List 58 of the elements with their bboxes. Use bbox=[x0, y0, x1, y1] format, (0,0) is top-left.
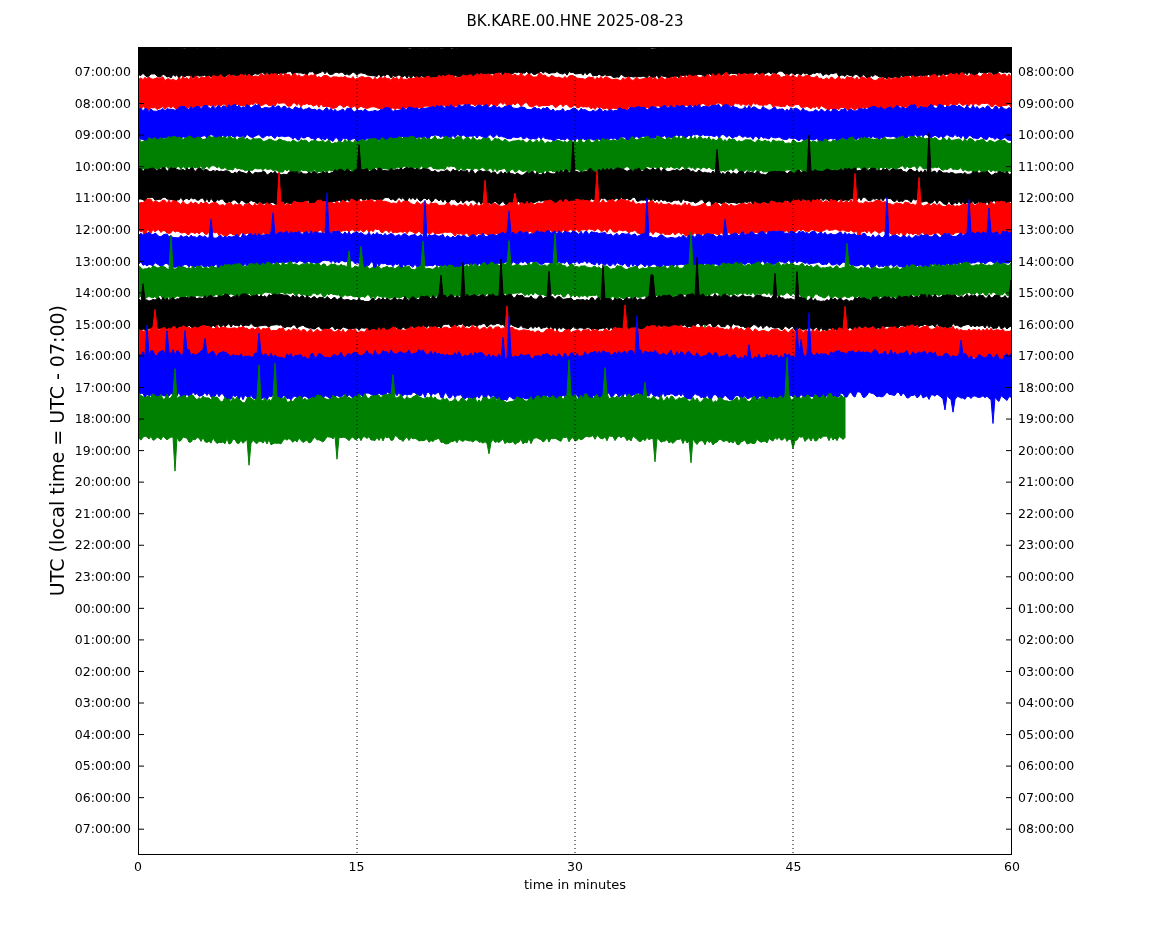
tick-label: 09:00:00 bbox=[74, 126, 131, 145]
tick-label: 21:00:00 bbox=[1018, 473, 1075, 492]
tick-label: 18:00:00 bbox=[1018, 378, 1075, 397]
tick-label: 08:00:00 bbox=[1018, 63, 1075, 82]
tick-label: 23:00:00 bbox=[74, 567, 131, 586]
tick-label: 00:00:00 bbox=[1018, 567, 1075, 586]
tick-label: 10:00:00 bbox=[1018, 126, 1075, 145]
tick-label: 14:00:00 bbox=[1018, 252, 1075, 271]
tick-label: 15:00:00 bbox=[1018, 284, 1075, 303]
tick-label: 08:00:00 bbox=[74, 94, 131, 113]
tick-label: 07:00:00 bbox=[74, 820, 131, 839]
tick-label: 16:00:00 bbox=[1018, 315, 1075, 334]
tick-label: 08:00:00 bbox=[1018, 820, 1075, 839]
tick-label: 12:00:00 bbox=[74, 220, 131, 239]
tick-label: 0 bbox=[133, 859, 143, 874]
tick-label: 19:00:00 bbox=[74, 441, 131, 460]
tick-label: 15:00:00 bbox=[74, 315, 131, 334]
x-axis-label: time in minutes bbox=[523, 877, 627, 892]
tick-label: 11:00:00 bbox=[74, 189, 131, 208]
tick-label: 11:00:00 bbox=[1018, 157, 1075, 176]
tick-label: 02:00:00 bbox=[1018, 631, 1075, 650]
tick-label: 22:00:00 bbox=[1018, 504, 1075, 523]
tick-label: 22:00:00 bbox=[74, 536, 131, 555]
chart-title: BK.KARE.00.HNE 2025-08-23 bbox=[466, 12, 684, 30]
tick-label: 19:00:00 bbox=[1018, 410, 1075, 429]
tick-label: 01:00:00 bbox=[74, 631, 131, 650]
tick-label: 17:00:00 bbox=[1018, 347, 1075, 366]
tick-label: 04:00:00 bbox=[1018, 694, 1075, 713]
tick-label: 00:00:00 bbox=[74, 599, 131, 618]
tick-label: 07:00:00 bbox=[1018, 788, 1075, 807]
tick-label: 03:00:00 bbox=[1018, 662, 1075, 681]
tick-label: 01:00:00 bbox=[1018, 599, 1075, 618]
tick-label: 12:00:00 bbox=[1018, 189, 1075, 208]
tick-label: 60 bbox=[1003, 859, 1021, 874]
tick-label: 10:00:00 bbox=[74, 157, 131, 176]
tick-label: 04:00:00 bbox=[74, 725, 131, 744]
tick-label: 05:00:00 bbox=[1018, 725, 1075, 744]
tick-label: 03:00:00 bbox=[74, 694, 131, 713]
tick-label: 23:00:00 bbox=[1018, 536, 1075, 555]
tick-label: 05:00:00 bbox=[74, 757, 131, 776]
tick-label: 14:00:00 bbox=[74, 284, 131, 303]
tick-label: 17:00:00 bbox=[74, 378, 131, 397]
tick-label: 20:00:00 bbox=[74, 473, 131, 492]
y-axis-label: UTC (local time = UTC - 07:00) bbox=[46, 305, 68, 597]
tick-label: 06:00:00 bbox=[1018, 757, 1075, 776]
tick-label: 13:00:00 bbox=[1018, 220, 1075, 239]
tick-label: 16:00:00 bbox=[74, 347, 131, 366]
tick-label: 07:00:00 bbox=[74, 63, 131, 82]
tick-label: 09:00:00 bbox=[1018, 94, 1075, 113]
tick-label: 30 bbox=[566, 859, 584, 874]
tick-label: 20:00:00 bbox=[1018, 441, 1075, 460]
tick-label: 18:00:00 bbox=[74, 410, 131, 429]
tick-label: 02:00:00 bbox=[74, 662, 131, 681]
tick-label: 45 bbox=[784, 859, 803, 874]
tick-label: 21:00:00 bbox=[74, 504, 131, 523]
tick-label: 15 bbox=[347, 859, 366, 874]
tick-label: 13:00:00 bbox=[74, 252, 131, 271]
tick-label: 06:00:00 bbox=[74, 788, 131, 807]
